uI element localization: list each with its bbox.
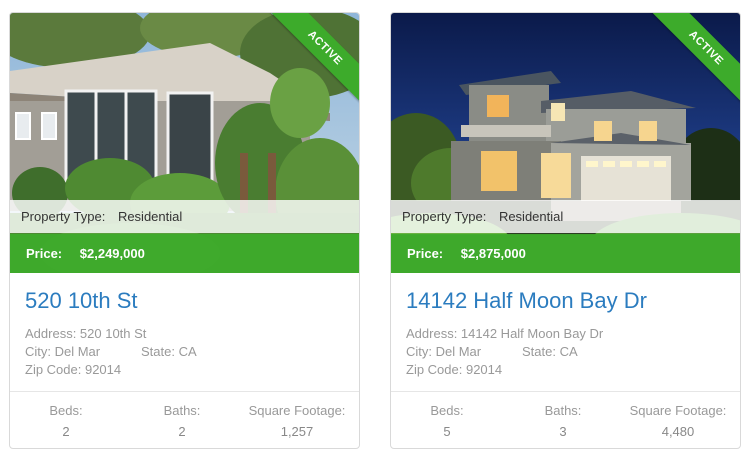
beds-stat: Beds: 2 bbox=[32, 403, 100, 439]
property-photo[interactable]: ACTIVE Property Type: Residential Price:… bbox=[391, 13, 740, 273]
square-footage-stat: Square Footage: 1,257 bbox=[240, 403, 354, 439]
property-type-bar: Property Type: Residential bbox=[391, 200, 740, 233]
price-label: Price: bbox=[407, 246, 444, 261]
beds-value: 5 bbox=[443, 424, 451, 439]
property-type-label: Property Type: bbox=[21, 209, 106, 224]
baths-stat: Baths: 2 bbox=[150, 403, 214, 439]
property-type-value: Residential bbox=[498, 209, 564, 224]
square-footage-value: 1,257 bbox=[280, 424, 314, 439]
beds-value: 2 bbox=[62, 424, 70, 439]
price-label: Price: bbox=[26, 246, 63, 261]
square-footage-label: Square Footage: bbox=[248, 403, 346, 418]
property-type-bar: Property Type: Residential bbox=[10, 200, 359, 233]
price-value: $2,875,000 bbox=[460, 246, 526, 261]
square-footage-value: 4,480 bbox=[661, 424, 695, 439]
listing-title-link[interactable]: 520 10th St bbox=[25, 288, 138, 314]
address-block: Address: 14142 Half Moon Bay Dr City: De… bbox=[406, 325, 603, 379]
state-line: State: CA bbox=[522, 344, 578, 359]
beds-label: Beds: bbox=[49, 403, 83, 418]
baths-value: 2 bbox=[178, 424, 186, 439]
square-footage-label: Square Footage: bbox=[629, 403, 727, 418]
property-type-value: Residential bbox=[117, 209, 183, 224]
listing-card[interactable]: ACTIVE Property Type: Residential Price:… bbox=[9, 12, 360, 449]
price-value: $2,249,000 bbox=[79, 246, 145, 261]
baths-label: Baths: bbox=[544, 403, 582, 418]
baths-value: 3 bbox=[559, 424, 567, 439]
address-line: Address: 14142 Half Moon Bay Dr bbox=[406, 326, 604, 341]
divider bbox=[10, 391, 359, 392]
property-type-label: Property Type: bbox=[402, 209, 487, 224]
price-bar: Price: $2,249,000 bbox=[10, 234, 359, 273]
address-block: Address: 520 10th St City: Del Mar State… bbox=[25, 325, 197, 379]
state-line: State: CA bbox=[141, 344, 197, 359]
listing-title-link[interactable]: 14142 Half Moon Bay Dr bbox=[406, 288, 647, 314]
baths-stat: Baths: 3 bbox=[531, 403, 595, 439]
square-footage-stat: Square Footage: 4,480 bbox=[621, 403, 735, 439]
listing-card[interactable]: ACTIVE Property Type: Residential Price:… bbox=[390, 12, 741, 449]
divider bbox=[391, 391, 740, 392]
price-bar: Price: $2,875,000 bbox=[391, 234, 740, 273]
zip-line: Zip Code: 92014 bbox=[25, 362, 122, 377]
property-photo[interactable]: ACTIVE Property Type: Residential Price:… bbox=[10, 13, 359, 273]
beds-stat: Beds: 5 bbox=[413, 403, 481, 439]
zip-line: Zip Code: 92014 bbox=[406, 362, 503, 377]
baths-label: Baths: bbox=[163, 403, 201, 418]
address-line: Address: 520 10th St bbox=[25, 326, 147, 341]
beds-label: Beds: bbox=[430, 403, 464, 418]
city-line: City: Del Mar bbox=[25, 344, 101, 359]
city-line: City: Del Mar bbox=[406, 344, 482, 359]
